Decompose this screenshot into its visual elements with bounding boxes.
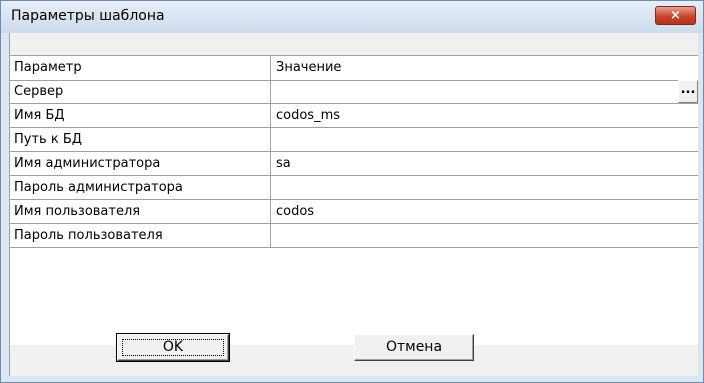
close-button[interactable]: × xyxy=(655,6,696,25)
grid-row-server[interactable]: Сервер ... xyxy=(10,80,698,104)
grid-row-user-name[interactable]: Имя пользователя codos xyxy=(10,200,698,224)
grid-row-user-password[interactable]: Пароль пользователя xyxy=(10,224,698,248)
dialog-window: Параметры шаблона × Параметр Значение Се… xyxy=(0,0,704,383)
close-icon: × xyxy=(670,8,681,23)
browse-server-button[interactable]: ... xyxy=(678,80,698,103)
cancel-button-label: Отмена xyxy=(385,339,443,355)
param-name: Пароль администратора xyxy=(10,176,271,200)
grid-row-admin-name[interactable]: Имя администратора sa xyxy=(10,152,698,176)
param-value[interactable] xyxy=(271,128,698,152)
column-header-parameter[interactable]: Параметр xyxy=(10,56,271,80)
grid-row-db-name[interactable]: Имя БД codos_ms xyxy=(10,104,698,128)
grid-header: Параметр Значение xyxy=(10,56,698,81)
param-name: Имя администратора xyxy=(10,152,271,176)
param-value[interactable] xyxy=(271,224,698,248)
focus-rectangle xyxy=(122,339,224,356)
parameters-grid: Параметр Значение Сервер ... Имя БД codo… xyxy=(10,55,698,345)
param-name: Имя пользователя xyxy=(10,200,271,224)
cancel-button[interactable]: Отмена xyxy=(354,334,474,361)
title-bar[interactable]: Параметры шаблона × xyxy=(1,1,703,33)
param-name: Имя БД xyxy=(10,104,271,128)
ok-button[interactable]: OK xyxy=(116,333,230,362)
column-header-value[interactable]: Значение xyxy=(271,56,698,80)
param-value[interactable]: codos_ms xyxy=(271,104,698,128)
param-value[interactable] xyxy=(271,176,698,200)
grid-row-admin-password[interactable]: Пароль администратора xyxy=(10,176,698,200)
param-value[interactable]: sa xyxy=(271,152,698,176)
grid-row-db-path[interactable]: Путь к БД xyxy=(10,128,698,152)
param-name: Пароль пользователя xyxy=(10,224,271,248)
param-value[interactable]: codos xyxy=(271,200,698,224)
dialog-title: Параметры шаблона xyxy=(11,8,165,24)
dialog-client-area: Параметр Значение Сервер ... Имя БД codo… xyxy=(9,33,698,376)
param-value[interactable] xyxy=(271,80,698,104)
param-name: Путь к БД xyxy=(10,128,271,152)
param-name: Сервер xyxy=(10,80,271,104)
